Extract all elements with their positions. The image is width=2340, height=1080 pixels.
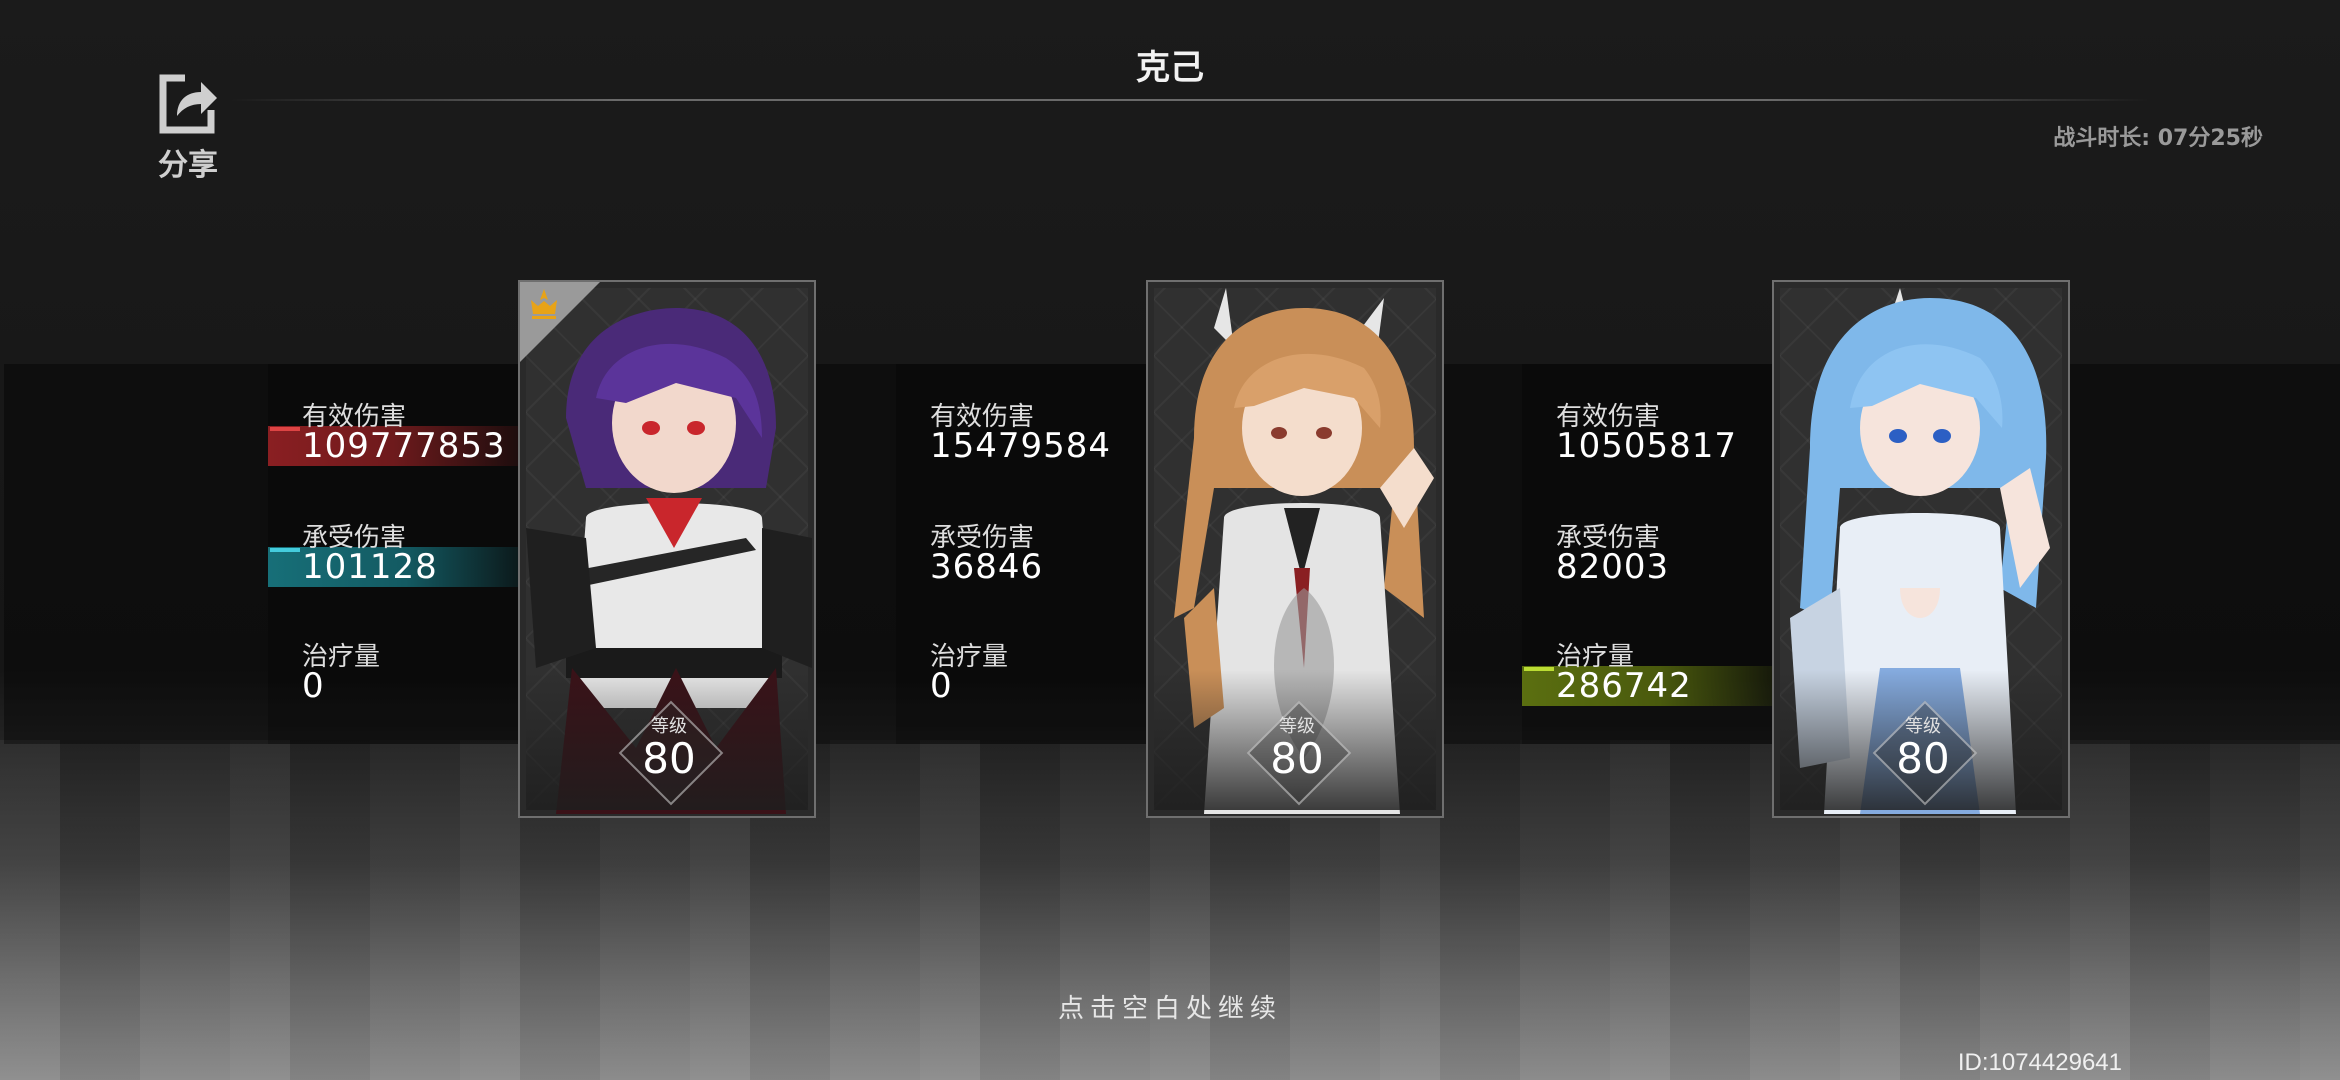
- level-badge: 等级 80: [618, 700, 724, 806]
- level-badge: 等级 80: [1872, 700, 1978, 806]
- battle-duration: 战斗时长: 07分25秒: [2053, 126, 2263, 151]
- stats-panel-3: 有效伤害 10505817 承受伤害 82003 治疗量 286742: [1522, 364, 1772, 744]
- taken-value: 36846: [930, 547, 1044, 587]
- taken-value: 101128: [302, 547, 438, 587]
- title-divider: [230, 99, 2150, 101]
- level-value: 80: [1896, 734, 1950, 783]
- heal-stat: 治疗量 0: [268, 636, 518, 706]
- stats-panel-2: 有效伤害 15479584 承受伤害 36846 治疗量 0: [896, 364, 1146, 744]
- character-card-2[interactable]: 等级 80: [1146, 280, 1444, 818]
- share-icon: [159, 74, 217, 134]
- stats-panel-1: 有效伤害 109777853 承受伤害 101128 治疗量 0: [268, 364, 518, 744]
- damage-value: 10505817: [1556, 426, 1738, 466]
- damage-stat: 有效伤害 15479584: [896, 396, 1146, 466]
- character-card-3[interactable]: 等级 80: [1772, 280, 2070, 818]
- level-value: 80: [642, 734, 696, 783]
- heal-stat: 治疗量 286742: [1522, 636, 1772, 706]
- damage-value: 109777853: [302, 426, 506, 466]
- level-badge: 等级 80: [1246, 700, 1352, 806]
- share-label: 分享: [158, 148, 218, 183]
- taken-stat: 承受伤害 36846: [896, 517, 1146, 587]
- damage-value: 15479584: [930, 426, 1112, 466]
- damage-stat: 有效伤害 109777853: [268, 396, 518, 466]
- heal-value: 286742: [1556, 666, 1692, 706]
- page-title: 克己: [1136, 48, 1204, 88]
- character-card-1[interactable]: 等级 80: [518, 280, 816, 818]
- heal-stat: 治疗量 0: [896, 636, 1146, 706]
- mvp-crown-icon: [531, 289, 557, 319]
- damage-stat: 有效伤害 10505817: [1522, 396, 1772, 466]
- taken-stat: 承受伤害 82003: [1522, 517, 1772, 587]
- taken-value: 82003: [1556, 547, 1670, 587]
- user-id: ID:1074429641: [1957, 1049, 2122, 1076]
- taken-stat: 承受伤害 101128: [268, 517, 518, 587]
- heal-value: 0: [930, 666, 953, 706]
- heal-value: 0: [302, 666, 325, 706]
- continue-hint[interactable]: 点击空白处继续: [1020, 988, 1320, 1025]
- level-value: 80: [1270, 734, 1324, 783]
- share-button[interactable]: 分享: [148, 72, 228, 184]
